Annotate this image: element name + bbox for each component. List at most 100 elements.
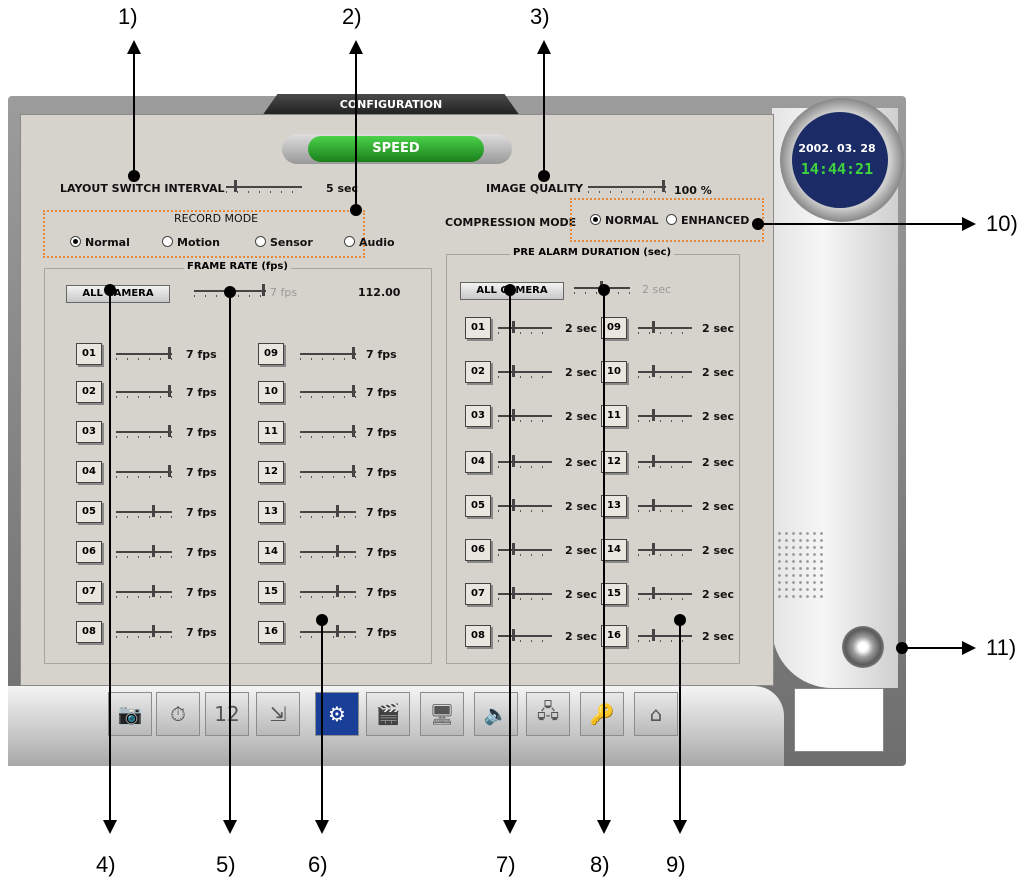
frame-rate-slider-06[interactable] (116, 545, 172, 558)
record-mode-sensor-label: Sensor (270, 236, 313, 249)
pre-alarm-slider-16[interactable] (638, 629, 692, 642)
record-mode-audio[interactable]: Audio (344, 236, 395, 249)
frame-rate-slider-13[interactable] (300, 505, 356, 518)
pre-alarm-camera-04[interactable]: 04 (465, 451, 491, 473)
frame-rate-slider-11[interactable] (300, 425, 356, 438)
pre-alarm-slider-06[interactable] (498, 543, 552, 556)
pre-alarm-slider-07[interactable] (498, 587, 552, 600)
pre-alarm-camera-01[interactable]: 01 (465, 317, 491, 339)
pre-alarm-camera-06[interactable]: 06 (465, 539, 491, 561)
frame-rate-value-05: 7 fps (186, 506, 217, 519)
record-mode-motion[interactable]: Motion (162, 236, 220, 249)
pre-alarm-slider-02[interactable] (498, 365, 552, 378)
speaker-grille (776, 530, 826, 600)
frame-rate-camera-07[interactable]: 07 (76, 581, 102, 603)
record-mode-motion-label: Motion (177, 236, 220, 249)
frame-rate-camera-10[interactable]: 10 (258, 381, 284, 403)
pre-alarm-slider-09[interactable] (638, 321, 692, 334)
frame-rate-slider-16[interactable] (300, 625, 356, 638)
frame-rate-slider-01[interactable] (116, 347, 172, 360)
clock-date: 2002. 03. 28 (798, 142, 876, 155)
record-mode-sensor[interactable]: Sensor (255, 236, 313, 249)
pre-alarm-camera-05[interactable]: 05 (465, 495, 491, 517)
pre-alarm-slider-05[interactable] (498, 499, 552, 512)
layout-switch-label: LAYOUT SWITCH INTERVAL (60, 182, 225, 195)
compression-enhanced-label: ENHANCED (681, 214, 750, 227)
callout-arrow-10 (962, 217, 976, 231)
radio-compression-normal-icon (590, 214, 601, 225)
frame-rate-slider-09[interactable] (300, 347, 356, 360)
pre-alarm-camera-03[interactable]: 03 (465, 405, 491, 427)
record-mode-normal[interactable]: Normal (70, 236, 130, 249)
image-quality-slider[interactable] (588, 180, 666, 193)
frame-rate-slider-12[interactable] (300, 465, 356, 478)
frame-rate-camera-12[interactable]: 12 (258, 461, 284, 483)
toolbar-home-info-icon[interactable]: ⌂ (634, 692, 678, 736)
frame-rate-camera-15[interactable]: 15 (258, 581, 284, 603)
pre-alarm-camera-08[interactable]: 08 (465, 625, 491, 647)
pre-alarm-slider-14[interactable] (638, 543, 692, 556)
pre-alarm-value-03: 2 sec (565, 410, 598, 423)
pre-alarm-slider-03[interactable] (498, 409, 552, 422)
pre-alarm-value-12: 2 sec (702, 456, 735, 469)
clapper-icon: 🎬 (375, 702, 401, 726)
frame-rate-value-01: 7 fps (186, 348, 217, 361)
calendar-icon: 12 (214, 702, 240, 726)
callout-label-5: 5) (216, 852, 236, 877)
frame-rate-camera-02[interactable]: 02 (76, 381, 102, 403)
callout-label-7: 7) (496, 852, 516, 877)
frame-rate-camera-16[interactable]: 16 (258, 621, 284, 643)
toolbar-schedule-icon[interactable]: ⇲ (256, 692, 300, 736)
pre-alarm-camera-07[interactable]: 07 (465, 583, 491, 605)
frame-rate-slider-02[interactable] (116, 385, 172, 398)
pre-alarm-value-07: 2 sec (565, 588, 598, 601)
frame-rate-camera-06[interactable]: 06 (76, 541, 102, 563)
frame-rate-slider-08[interactable] (116, 625, 172, 638)
callout-label-4: 4) (96, 852, 116, 877)
toolbar-key-icon[interactable]: 🔑 (580, 692, 624, 736)
toolbar-calendar-icon[interactable]: 12 (205, 692, 249, 736)
frame-rate-camera-08[interactable]: 08 (76, 621, 102, 643)
frame-rate-camera-04[interactable]: 04 (76, 461, 102, 483)
toolbar-speaker-icon[interactable]: 🔈 (474, 692, 518, 736)
frame-rate-slider-03[interactable] (116, 425, 172, 438)
compression-enhanced[interactable]: ENHANCED (666, 214, 749, 227)
frame-rate-camera-09[interactable]: 09 (258, 343, 284, 365)
pre-alarm-slider-04[interactable] (498, 455, 552, 468)
pre-alarm-slider-01[interactable] (498, 321, 552, 334)
frame-rate-slider-10[interactable] (300, 385, 356, 398)
frame-rate-slider-04[interactable] (116, 465, 172, 478)
callout-arrow-2 (349, 40, 363, 54)
compression-normal[interactable]: NORMAL (590, 214, 659, 227)
frame-rate-camera-13[interactable]: 13 (258, 501, 284, 523)
pre-alarm-slider-08[interactable] (498, 629, 552, 642)
toolbar-clapper-icon[interactable]: 🎬 (366, 692, 410, 736)
frame-rate-camera-14[interactable]: 14 (258, 541, 284, 563)
pre-alarm-slider-15[interactable] (638, 587, 692, 600)
pre-alarm-value-04: 2 sec (565, 456, 598, 469)
pre-alarm-camera-02[interactable]: 02 (465, 361, 491, 383)
frame-rate-camera-11[interactable]: 11 (258, 421, 284, 443)
frame-rate-camera-03[interactable]: 03 (76, 421, 102, 443)
toolbar-network-icon[interactable]: 🖧 (526, 692, 570, 736)
frame-rate-camera-05[interactable]: 05 (76, 501, 102, 523)
pre-alarm-slider-10[interactable] (638, 365, 692, 378)
frame-rate-slider-15[interactable] (300, 585, 356, 598)
frame-rate-value-14: 7 fps (366, 546, 397, 559)
frame-rate-camera-01[interactable]: 01 (76, 343, 102, 365)
frame-rate-slider-05[interactable] (116, 505, 172, 518)
pre-alarm-value-15: 2 sec (702, 588, 735, 601)
pre-alarm-slider-13[interactable] (638, 499, 692, 512)
toolbar-clock-icon[interactable]: ⏱ (156, 692, 200, 736)
frame-rate-slider-07[interactable] (116, 585, 172, 598)
toolbar-monitor-icon[interactable]: 🖥 (420, 692, 464, 736)
toolbar-camera-icon[interactable]: 📷 (108, 692, 152, 736)
callout-dot-3 (538, 170, 550, 182)
power-button[interactable] (842, 626, 884, 668)
layout-switch-slider[interactable] (226, 180, 302, 193)
pre-alarm-slider-12[interactable] (638, 455, 692, 468)
frame-rate-all-camera-button[interactable]: ALL CAMERA (66, 285, 170, 303)
frame-rate-slider-14[interactable] (300, 545, 356, 558)
pre-alarm-slider-11[interactable] (638, 409, 692, 422)
speed-button[interactable]: SPEED (308, 136, 484, 162)
